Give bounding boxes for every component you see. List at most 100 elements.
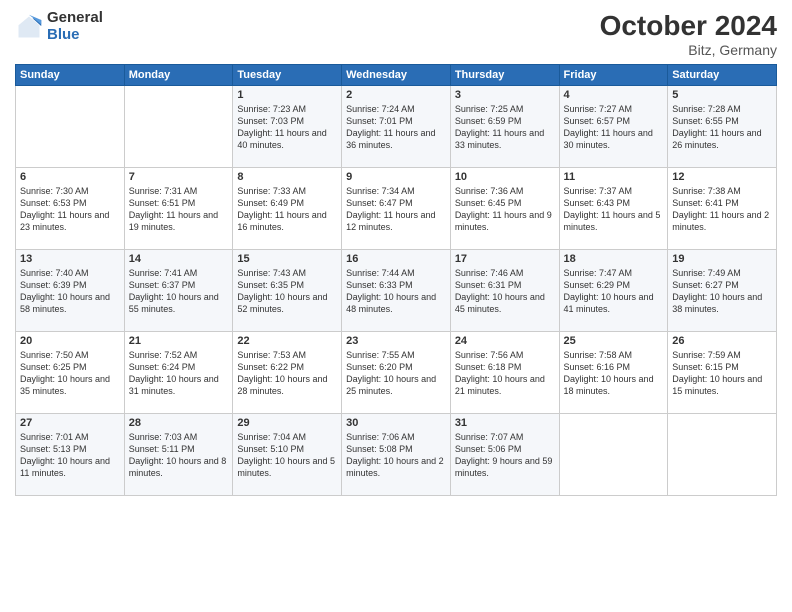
cell-0-3: 2 Sunrise: 7:24 AM Sunset: 7:01 PM Daylig… [342,86,451,168]
day-number: 25 [564,335,664,347]
day-number: 13 [20,253,120,265]
col-wednesday: Wednesday [342,65,451,86]
cell-content: Sunrise: 7:24 AM Sunset: 7:01 PM Dayligh… [346,103,446,152]
day-number: 21 [129,335,229,347]
cell-1-6: 12 Sunrise: 7:38 AM Sunset: 6:41 PM Dayli… [668,168,777,250]
cell-2-5: 18 Sunrise: 7:47 AM Sunset: 6:29 PM Dayli… [559,250,668,332]
cell-content: Sunrise: 7:33 AM Sunset: 6:49 PM Dayligh… [237,185,337,234]
day-number: 10 [455,171,555,183]
cell-content: Sunrise: 7:06 AM Sunset: 5:08 PM Dayligh… [346,431,446,480]
cell-4-5 [559,414,668,496]
col-tuesday: Tuesday [233,65,342,86]
cell-content: Sunrise: 7:28 AM Sunset: 6:55 PM Dayligh… [672,103,772,152]
cell-content: Sunrise: 7:49 AM Sunset: 6:27 PM Dayligh… [672,267,772,316]
day-number: 31 [455,417,555,429]
cell-0-1 [124,86,233,168]
week-row-1: 6 Sunrise: 7:30 AM Sunset: 6:53 PM Daylig… [16,168,777,250]
cell-1-2: 8Sunrise: 7:33 AM Sunset: 6:49 PM Daylig… [233,168,342,250]
cell-3-0: 20 Sunrise: 7:50 AM Sunset: 6:25 PM Dayli… [16,332,125,414]
cell-content: Sunrise: 7:27 AM Sunset: 6:57 PM Dayligh… [564,103,664,152]
cell-1-1: 7 Sunrise: 7:31 AM Sunset: 6:51 PM Daylig… [124,168,233,250]
cell-content: Sunrise: 7:25 AM Sunset: 6:59 PM Dayligh… [455,103,555,152]
cell-content: Sunrise: 7:38 AM Sunset: 6:41 PM Dayligh… [672,185,772,234]
day-number: 9 [346,171,446,183]
cell-4-4: 31Sunrise: 7:07 AM Sunset: 5:06 PM Dayli… [450,414,559,496]
cell-content: Sunrise: 7:37 AM Sunset: 6:43 PM Dayligh… [564,185,664,234]
header-row: Sunday Monday Tuesday Wednesday Thursday… [16,65,777,86]
cell-1-0: 6 Sunrise: 7:30 AM Sunset: 6:53 PM Daylig… [16,168,125,250]
day-number: 7 [129,171,229,183]
day-number: 27 [20,417,120,429]
location: Bitz, Germany [600,42,777,58]
cell-4-6 [668,414,777,496]
logo: General Blue [15,10,103,43]
cell-content: Sunrise: 7:34 AM Sunset: 6:47 PM Dayligh… [346,185,446,234]
page: General Blue October 2024 Bitz, Germany … [0,0,792,612]
day-number: 2 [346,89,446,101]
day-number: 12 [672,171,772,183]
cell-0-4: 3 Sunrise: 7:25 AM Sunset: 6:59 PM Daylig… [450,86,559,168]
cell-content: Sunrise: 7:30 AM Sunset: 6:53 PM Dayligh… [20,185,120,234]
cell-2-6: 19 Sunrise: 7:49 AM Sunset: 6:27 PM Dayli… [668,250,777,332]
cell-content: Sunrise: 7:53 AM Sunset: 6:22 PM Dayligh… [237,349,337,398]
cell-content: Sunrise: 7:44 AM Sunset: 6:33 PM Dayligh… [346,267,446,316]
day-number: 19 [672,253,772,265]
logo-text: General Blue [47,10,103,43]
cell-content: Sunrise: 7:52 AM Sunset: 6:24 PM Dayligh… [129,349,229,398]
calendar-table: Sunday Monday Tuesday Wednesday Thursday… [15,64,777,496]
cell-2-0: 13Sunrise: 7:40 AM Sunset: 6:39 PM Dayli… [16,250,125,332]
logo-icon [15,13,43,41]
day-number: 14 [129,253,229,265]
cell-content: Sunrise: 7:01 AM Sunset: 5:13 PM Dayligh… [20,431,120,480]
day-number: 1 [237,89,337,101]
cell-1-3: 9 Sunrise: 7:34 AM Sunset: 6:47 PM Daylig… [342,168,451,250]
day-number: 23 [346,335,446,347]
week-row-0: 1 Sunrise: 7:23 AM Sunset: 7:03 PM Daylig… [16,86,777,168]
day-number: 22 [237,335,337,347]
day-number: 15 [237,253,337,265]
cell-content: Sunrise: 7:04 AM Sunset: 5:10 PM Dayligh… [237,431,337,480]
day-number: 16 [346,253,446,265]
cell-content: Sunrise: 7:58 AM Sunset: 6:16 PM Dayligh… [564,349,664,398]
day-number: 30 [346,417,446,429]
cell-2-1: 14Sunrise: 7:41 AM Sunset: 6:37 PM Dayli… [124,250,233,332]
cell-4-3: 30 Sunrise: 7:06 AM Sunset: 5:08 PM Dayli… [342,414,451,496]
cell-content: Sunrise: 7:43 AM Sunset: 6:35 PM Dayligh… [237,267,337,316]
week-row-3: 20 Sunrise: 7:50 AM Sunset: 6:25 PM Dayli… [16,332,777,414]
cell-content: Sunrise: 7:59 AM Sunset: 6:15 PM Dayligh… [672,349,772,398]
month-title: October 2024 [600,10,777,42]
day-number: 3 [455,89,555,101]
logo-general-text: General [47,10,103,27]
cell-3-3: 23Sunrise: 7:55 AM Sunset: 6:20 PM Dayli… [342,332,451,414]
cell-4-1: 28Sunrise: 7:03 AM Sunset: 5:11 PM Dayli… [124,414,233,496]
week-row-2: 13Sunrise: 7:40 AM Sunset: 6:39 PM Dayli… [16,250,777,332]
day-number: 29 [237,417,337,429]
cell-3-2: 22 Sunrise: 7:53 AM Sunset: 6:22 PM Dayli… [233,332,342,414]
day-number: 20 [20,335,120,347]
day-number: 24 [455,335,555,347]
cell-2-3: 16 Sunrise: 7:44 AM Sunset: 6:33 PM Dayli… [342,250,451,332]
cell-content: Sunrise: 7:56 AM Sunset: 6:18 PM Dayligh… [455,349,555,398]
cell-4-2: 29 Sunrise: 7:04 AM Sunset: 5:10 PM Dayli… [233,414,342,496]
header: General Blue October 2024 Bitz, Germany [15,10,777,58]
col-monday: Monday [124,65,233,86]
cell-3-4: 24 Sunrise: 7:56 AM Sunset: 6:18 PM Dayli… [450,332,559,414]
cell-content: Sunrise: 7:50 AM Sunset: 6:25 PM Dayligh… [20,349,120,398]
cell-0-5: 4Sunrise: 7:27 AM Sunset: 6:57 PM Daylig… [559,86,668,168]
cell-4-0: 27 Sunrise: 7:01 AM Sunset: 5:13 PM Dayli… [16,414,125,496]
cell-content: Sunrise: 7:23 AM Sunset: 7:03 PM Dayligh… [237,103,337,152]
title-block: October 2024 Bitz, Germany [600,10,777,58]
day-number: 11 [564,171,664,183]
cell-content: Sunrise: 7:31 AM Sunset: 6:51 PM Dayligh… [129,185,229,234]
day-number: 6 [20,171,120,183]
day-number: 28 [129,417,229,429]
cell-content: Sunrise: 7:47 AM Sunset: 6:29 PM Dayligh… [564,267,664,316]
col-friday: Friday [559,65,668,86]
col-sunday: Sunday [16,65,125,86]
cell-3-1: 21 Sunrise: 7:52 AM Sunset: 6:24 PM Dayli… [124,332,233,414]
cell-2-4: 17Sunrise: 7:46 AM Sunset: 6:31 PM Dayli… [450,250,559,332]
day-number: 17 [455,253,555,265]
day-number: 18 [564,253,664,265]
cell-1-5: 11 Sunrise: 7:37 AM Sunset: 6:43 PM Dayli… [559,168,668,250]
cell-3-5: 25 Sunrise: 7:58 AM Sunset: 6:16 PM Dayli… [559,332,668,414]
